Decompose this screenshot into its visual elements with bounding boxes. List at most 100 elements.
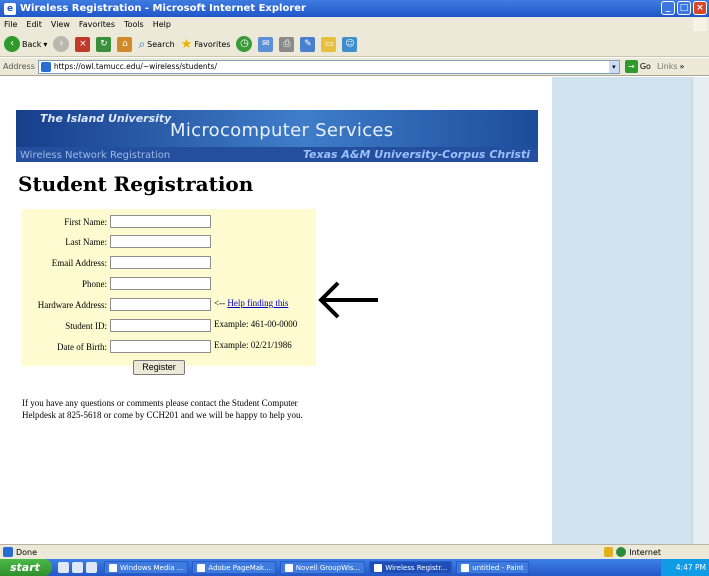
refresh-icon[interactable]: ↻ [96, 36, 112, 52]
dob-example: Example: 02/21/1986 [214, 340, 292, 350]
go-button[interactable]: → Go [624, 60, 651, 73]
email-label: Email Address: [51, 258, 107, 268]
task-groupwise[interactable]: Novell GroupWis... [279, 561, 366, 574]
history-icon[interactable]: ◷ [236, 36, 253, 52]
dob-label: Date of Birth: [57, 342, 107, 352]
chevron-right-icon[interactable]: » [680, 62, 685, 71]
security-zone: Internet [604, 547, 661, 557]
favorites-button[interactable]: ★ Favorites [181, 37, 231, 52]
page-icon [40, 61, 51, 72]
phone-field[interactable] [110, 277, 211, 290]
email-label-row: Email Address: [0, 256, 107, 270]
page-icon [3, 547, 13, 557]
start-button[interactable]: start [0, 559, 52, 576]
toolbar: ‹ Back ▾ › × ↻ ⌂ ⌕ Search ★ Favorites ◷ … [0, 32, 709, 57]
task-label: untitled - Paint [472, 563, 524, 572]
edit-icon[interactable]: ✎ [300, 36, 316, 52]
search-button[interactable]: ⌕ Search [138, 37, 174, 52]
print-icon[interactable]: ⎙ [279, 36, 295, 52]
favorites-label: Favorites [194, 39, 231, 49]
student-id-example: Example: 461-00-0000 [214, 319, 298, 329]
student-id-field[interactable] [110, 319, 211, 332]
left-arrow-icon [318, 281, 378, 319]
system-tray: 4:47 PM [661, 559, 709, 576]
menu-bar: File Edit View Favorites Tools Help [0, 17, 709, 32]
back-arrow-icon: ‹ [4, 36, 20, 52]
star-icon: ★ [180, 36, 193, 52]
task-label: Wireless Registr... [385, 563, 448, 572]
messenger-icon[interactable]: ☺ [342, 36, 358, 52]
ie-icon: e [4, 2, 16, 15]
clock[interactable]: 4:47 PM [676, 563, 706, 572]
links-button[interactable]: Links [657, 62, 678, 71]
back-button[interactable]: ‹ Back ▾ [4, 36, 47, 52]
task-wireless-registration[interactable]: Wireless Registr... [369, 561, 453, 574]
page-title: Student Registration [18, 172, 254, 196]
chevron-down-icon[interactable]: ▾ [608, 60, 619, 73]
status-text: Done [16, 547, 38, 557]
browser-viewport: The Island University Microcomputer Serv… [0, 77, 709, 544]
address-label: Address [3, 62, 35, 71]
window-controls: _ □ × [661, 1, 707, 15]
address-url: https://owl.tamucc.edu/~wireless/student… [53, 62, 217, 71]
chevron-down-icon[interactable]: ▾ [43, 40, 47, 49]
menu-help[interactable]: Help [153, 20, 171, 29]
menu-favorites[interactable]: Favorites [79, 20, 115, 29]
first-name-label-row: First Name: [0, 215, 107, 229]
register-button[interactable]: Register [133, 360, 185, 375]
task-label: Adobe PageMak... [208, 563, 271, 572]
folder-icon[interactable]: ▭ [321, 36, 337, 52]
menu-view[interactable]: View [51, 20, 70, 29]
search-icon: ⌕ [138, 36, 146, 51]
hardware-label-row: Hardware Address: [0, 298, 107, 312]
task-paint[interactable]: untitled - Paint [456, 561, 529, 574]
quick-launch-ie-icon[interactable] [58, 562, 69, 573]
first-name-field[interactable] [110, 215, 211, 228]
hint-arrow-text: <-- [214, 298, 228, 308]
window-title-bar: e Wireless Registration - Microsoft Inte… [0, 0, 709, 17]
menu-file[interactable]: File [4, 20, 17, 29]
dob-field[interactable] [110, 340, 211, 353]
vertical-scrollbar[interactable] [692, 77, 709, 544]
help-finding-this-link[interactable]: Help finding this [227, 298, 288, 308]
media-icon [109, 563, 117, 572]
stop-icon[interactable]: × [75, 36, 91, 52]
windows-logo-icon [693, 18, 707, 31]
banner-subtitle: Wireless Network Registration [20, 150, 171, 161]
site-banner: The Island University Microcomputer Serv… [16, 110, 538, 162]
banner-org: Texas A&M University-Corpus Christi [302, 148, 530, 161]
ie-icon [374, 563, 383, 572]
page-body: The Island University Microcomputer Serv… [0, 77, 552, 544]
minimize-icon[interactable]: _ [661, 1, 675, 15]
dob-label-row: Date of Birth: [0, 340, 107, 354]
address-bar: Address https://owl.tamucc.edu/~wireless… [0, 58, 709, 76]
go-arrow-icon: → [624, 60, 638, 73]
task-pagemaker[interactable]: Adobe PageMak... [192, 561, 276, 574]
close-icon[interactable]: × [693, 1, 707, 15]
maximize-icon[interactable]: □ [677, 1, 691, 15]
banner-title: Microcomputer Services [170, 120, 394, 141]
task-windows-media[interactable]: Windows Media ... [104, 561, 189, 574]
forward-button[interactable]: › [53, 36, 70, 52]
help-text: If you have any questions or comments pl… [22, 398, 303, 420]
home-icon[interactable]: ⌂ [117, 36, 133, 52]
taskbar: start Windows Media ... Adobe PageMak...… [0, 559, 709, 576]
hardware-address-field[interactable] [110, 298, 211, 311]
status-bar: Done Internet [0, 544, 709, 559]
quick-launch-desktop-icon[interactable] [86, 562, 97, 573]
hardware-address-label: Hardware Address: [37, 300, 107, 310]
phone-label-row: Phone: [0, 277, 107, 291]
hardware-hint: <-- Help finding this [214, 298, 288, 308]
lock-icon [604, 547, 614, 557]
search-label: Search [147, 39, 175, 49]
last-name-label-row: Last Name: [0, 235, 107, 249]
menu-edit[interactable]: Edit [26, 20, 42, 29]
last-name-field[interactable] [110, 235, 211, 248]
banner-tagline: The Island University [40, 112, 172, 125]
quick-launch-media-icon[interactable] [72, 562, 83, 573]
mail-icon[interactable]: ✉ [258, 36, 274, 52]
email-field[interactable] [110, 256, 211, 269]
menu-tools[interactable]: Tools [124, 20, 144, 29]
window-title: Wireless Registration - Microsoft Intern… [20, 3, 306, 14]
address-input[interactable]: https://owl.tamucc.edu/~wireless/student… [37, 59, 620, 74]
